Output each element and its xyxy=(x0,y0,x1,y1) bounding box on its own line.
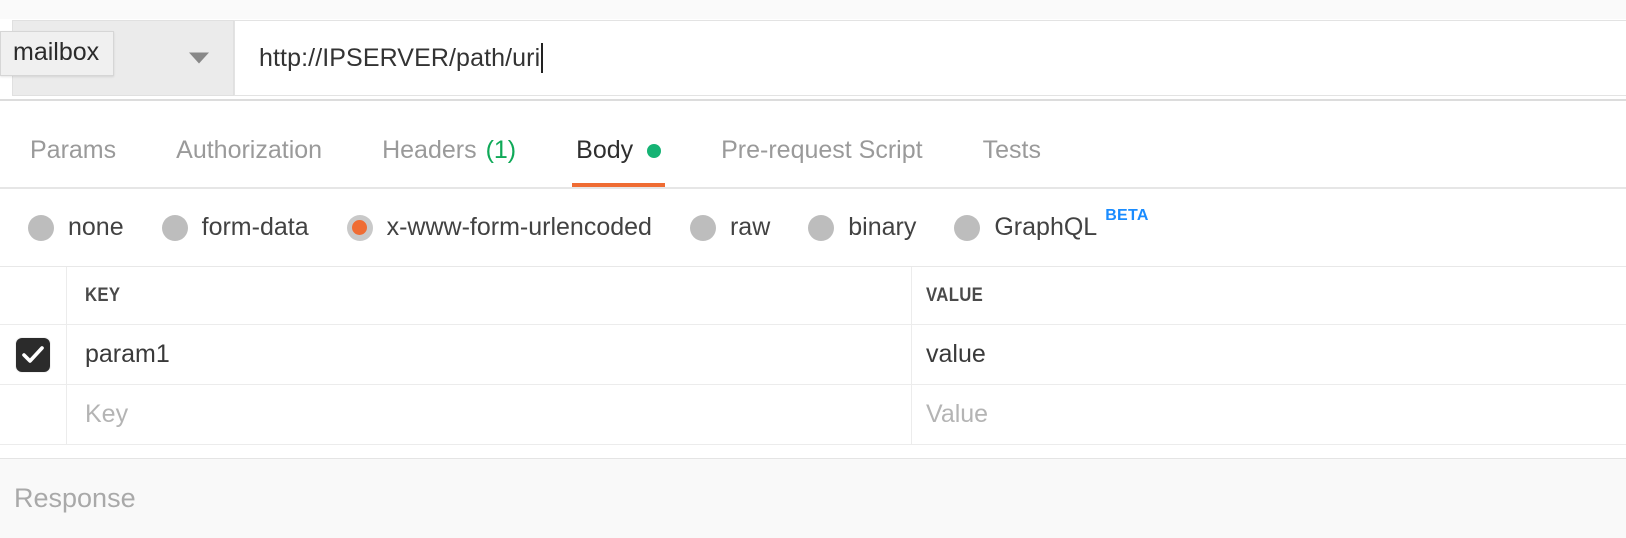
body-type-label: form-data xyxy=(201,213,309,241)
column-header-key: KEY xyxy=(85,284,121,306)
key-input-placeholder: Key xyxy=(85,400,129,428)
body-type-label: binary xyxy=(848,213,917,241)
table-body: param1 value Key Value xyxy=(0,325,1626,445)
header-cell-select xyxy=(0,267,67,324)
top-strip xyxy=(0,0,1626,19)
body-type-label: raw xyxy=(729,213,771,241)
radio-button-icon[interactable] xyxy=(161,214,188,241)
request-url-bar: mailbox http://IPSERVER/path/uri xyxy=(0,19,1626,101)
request-url-value: http://IPSERVER/path/uri xyxy=(259,44,541,72)
row-select-cell xyxy=(0,385,67,444)
method-label-tooltip[interactable]: mailbox xyxy=(0,31,115,76)
tab-label: Body xyxy=(576,136,634,164)
request-url-input[interactable]: http://IPSERVER/path/uri xyxy=(234,20,1626,96)
chevron-down-icon xyxy=(189,52,209,64)
tab-params[interactable]: Params xyxy=(0,136,146,187)
body-type-radio-x-www-form-urlencoded[interactable]: x-www-form-urlencoded xyxy=(346,213,652,242)
response-title: Response xyxy=(14,483,136,513)
key-cell[interactable]: param1 xyxy=(67,325,912,384)
key-cell[interactable]: Key xyxy=(67,385,912,444)
radio-button-icon[interactable] xyxy=(954,214,981,241)
value-input-placeholder: Value xyxy=(926,400,989,428)
tab-authorization[interactable]: Authorization xyxy=(146,136,352,187)
text-cursor xyxy=(541,43,544,73)
tab-tests[interactable]: Tests xyxy=(953,136,1071,187)
value-input-value: value xyxy=(926,340,986,368)
params-table: KEY VALUE param1 value Key Value xyxy=(0,267,1626,445)
tab-headers[interactable]: Headers (1) xyxy=(352,136,546,187)
row-select-cell xyxy=(0,325,67,384)
request-builder-panel: mailbox http://IPSERVER/path/uri Params A… xyxy=(0,0,1626,538)
body-type-label: GraphQL xyxy=(994,213,1098,241)
body-type-radio-raw[interactable]: raw xyxy=(689,213,771,242)
body-type-label: x-www-form-urlencoded xyxy=(386,213,652,241)
tab-label: Authorization xyxy=(176,136,323,164)
beta-badge: BETA xyxy=(1105,207,1149,224)
radio-button-icon[interactable] xyxy=(346,214,373,241)
radio-button-icon[interactable] xyxy=(28,214,54,241)
table-header-row: KEY VALUE xyxy=(0,267,1626,325)
table-row[interactable]: param1 value xyxy=(0,325,1626,385)
tab-pre-request-script[interactable]: Pre-request Script xyxy=(691,136,952,187)
value-cell[interactable]: value xyxy=(912,325,1626,384)
radio-button-icon[interactable] xyxy=(689,214,716,241)
response-section: Response xyxy=(0,458,1626,538)
header-cell-value: VALUE xyxy=(912,267,1626,324)
table-row[interactable]: Key Value xyxy=(0,385,1626,445)
value-cell[interactable]: Value xyxy=(912,385,1626,444)
tab-label: Headers xyxy=(382,136,477,164)
body-type-radio-binary[interactable]: binary xyxy=(808,213,916,242)
row-checkbox-checked[interactable] xyxy=(16,337,50,372)
body-type-radio-graphql[interactable]: GraphQL BETA xyxy=(954,207,1148,242)
key-input-value: param1 xyxy=(85,340,170,368)
body-type-radio-form-data[interactable]: form-data xyxy=(161,213,309,242)
tab-label: Pre-request Script xyxy=(721,136,923,164)
header-cell-key: KEY xyxy=(67,267,912,324)
body-type-radio-group: none form-data x-www-form-urlencoded raw bin… xyxy=(0,189,1626,267)
tab-label: Tests xyxy=(982,136,1041,164)
request-tabs-bar: Params Authorization Headers (1) Body Pre-req… xyxy=(0,101,1626,189)
active-tab-underline xyxy=(572,183,666,187)
body-type-radio-none[interactable]: none xyxy=(28,213,124,242)
column-header-value: VALUE xyxy=(926,284,984,306)
radio-selected-dot xyxy=(352,220,368,235)
body-type-label: none xyxy=(68,213,124,241)
body-present-dot-icon xyxy=(647,143,662,158)
radio-button-icon[interactable] xyxy=(808,214,835,241)
tab-label: Params xyxy=(30,136,117,164)
tab-body[interactable]: Body xyxy=(546,136,691,187)
request-tabs: Params Authorization Headers (1) Body Pre-req… xyxy=(0,101,1071,187)
tab-count-badge: (1) xyxy=(485,136,517,164)
